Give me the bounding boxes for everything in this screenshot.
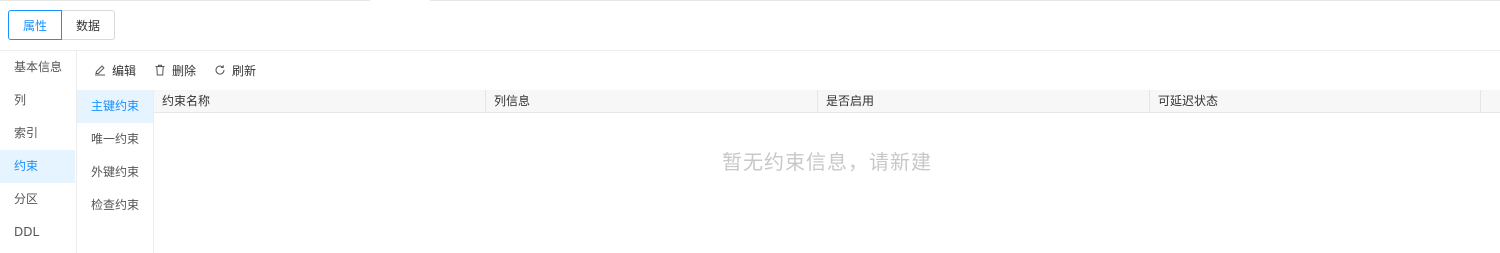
constraint-type-primary-key[interactable]: 主键约束 bbox=[77, 90, 153, 123]
sidebar-item-columns[interactable]: 列 bbox=[0, 84, 75, 117]
sidebar: 基本信息 列 索引 约束 分区 DDL bbox=[0, 51, 75, 253]
constraint-type-unique[interactable]: 唯一约束 bbox=[77, 123, 153, 156]
top-border bbox=[0, 0, 1500, 2]
constraint-type-check[interactable]: 检查约束 bbox=[77, 189, 153, 222]
refresh-label: 刷新 bbox=[232, 63, 257, 78]
refresh-button[interactable]: 刷新 bbox=[214, 62, 256, 79]
column-header-column-info[interactable]: 列信息 bbox=[486, 90, 818, 112]
trash-icon bbox=[155, 64, 165, 76]
sidebar-item-indexes[interactable]: 索引 bbox=[0, 117, 75, 150]
column-header-constraint-name[interactable]: 约束名称 bbox=[154, 90, 486, 112]
sidebar-item-basic-info[interactable]: 基本信息 bbox=[0, 51, 75, 84]
edit-button[interactable]: 编辑 bbox=[94, 62, 136, 79]
pencil-icon bbox=[95, 65, 105, 76]
constraints-table: 约束名称 列信息 是否启用 可延迟状态 暂无约束信息，请新建 bbox=[154, 90, 1500, 253]
tab-properties[interactable]: 属性 bbox=[8, 10, 63, 40]
tab-data[interactable]: 数据 bbox=[62, 10, 116, 40]
view-tabs: 属性 数据 bbox=[8, 10, 116, 40]
delete-button[interactable]: 删除 bbox=[154, 62, 196, 79]
column-header-deferrable[interactable]: 可延迟状态 bbox=[1150, 90, 1481, 112]
refresh-icon bbox=[215, 65, 225, 75]
header-divider bbox=[0, 50, 1500, 51]
sidebar-item-constraints[interactable]: 约束 bbox=[0, 150, 75, 183]
sidebar-item-partitions[interactable]: 分区 bbox=[0, 183, 75, 216]
constraint-type-nav: 主键约束 唯一约束 外键约束 检查约束 bbox=[77, 90, 153, 253]
constraint-type-foreign-key[interactable]: 外键约束 bbox=[77, 156, 153, 189]
edit-label: 编辑 bbox=[112, 63, 137, 78]
table-header: 约束名称 列信息 是否启用 可延迟状态 bbox=[154, 90, 1500, 113]
column-header-enabled[interactable]: 是否启用 bbox=[818, 90, 1150, 112]
toolbar: 编辑 删除 刷新 bbox=[94, 60, 256, 80]
sidebar-item-ddl[interactable]: DDL bbox=[0, 216, 75, 249]
empty-state-text: 暂无约束信息，请新建 bbox=[722, 150, 932, 174]
delete-label: 删除 bbox=[172, 63, 197, 78]
